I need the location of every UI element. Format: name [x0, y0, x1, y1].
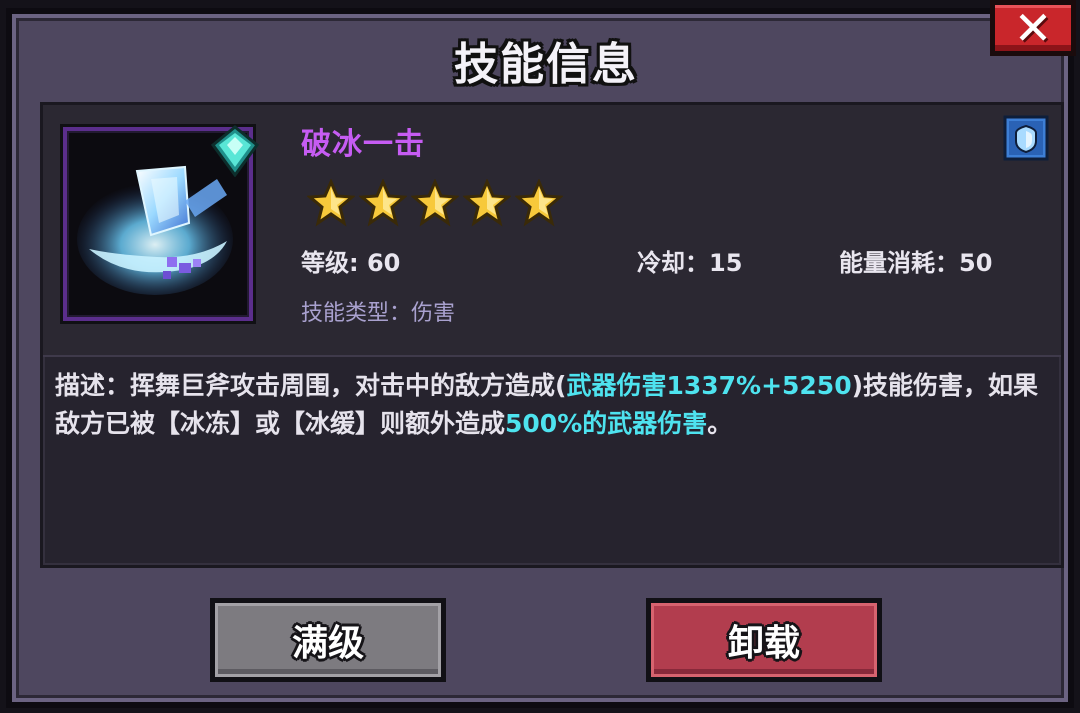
star-icon — [515, 179, 563, 227]
close-icon: ✕ — [1013, 1, 1053, 55]
star-icon — [463, 179, 511, 227]
skill-stars — [307, 179, 563, 227]
max-level-button[interactable]: 满级 — [210, 598, 446, 682]
description-text: 。 — [707, 409, 733, 438]
skill-panel: 破冰一击 等级: 60 冷却：15 能量消耗：50 技能类型：伤害 描述：挥舞巨… — [40, 102, 1064, 568]
dialog-title: 技能信息 — [454, 39, 638, 90]
skill-type: 技能类型：伤害 — [301, 301, 456, 326]
skill-energy-cost: 能量消耗：50 — [839, 249, 993, 277]
star-icon — [359, 179, 407, 227]
skill-cooldown: 冷却：15 — [637, 249, 743, 277]
skill-info-dialog: 技能信息 破冰一击 等级: 60 冷却：15 能量消耗：50 技能类型：伤害 描… — [6, 8, 1074, 708]
shield-slot-icon — [1003, 115, 1049, 161]
close-button[interactable]: ✕ — [990, 0, 1076, 56]
skill-name: 破冰一击 — [301, 127, 425, 162]
diamond-gem-icon — [210, 125, 260, 177]
description-text: 描述：挥舞巨斧攻击周围，对击中的敌方造成( — [55, 371, 567, 400]
description-highlight-bonus: 500%的武器伤害 — [505, 409, 708, 438]
star-icon — [411, 179, 459, 227]
star-icon — [307, 179, 355, 227]
skill-header: 破冰一击 等级: 60 冷却：15 能量消耗：50 技能类型：伤害 — [43, 105, 1061, 357]
unload-button[interactable]: 卸载 — [646, 598, 882, 682]
skill-description: 描述：挥舞巨斧攻击周围，对击中的敌方造成(武器伤害1337%+5250)技能伤害… — [55, 367, 1049, 443]
description-highlight-damage: 武器伤害1337%+5250 — [566, 371, 852, 400]
skill-level: 等级: 60 — [301, 249, 401, 277]
